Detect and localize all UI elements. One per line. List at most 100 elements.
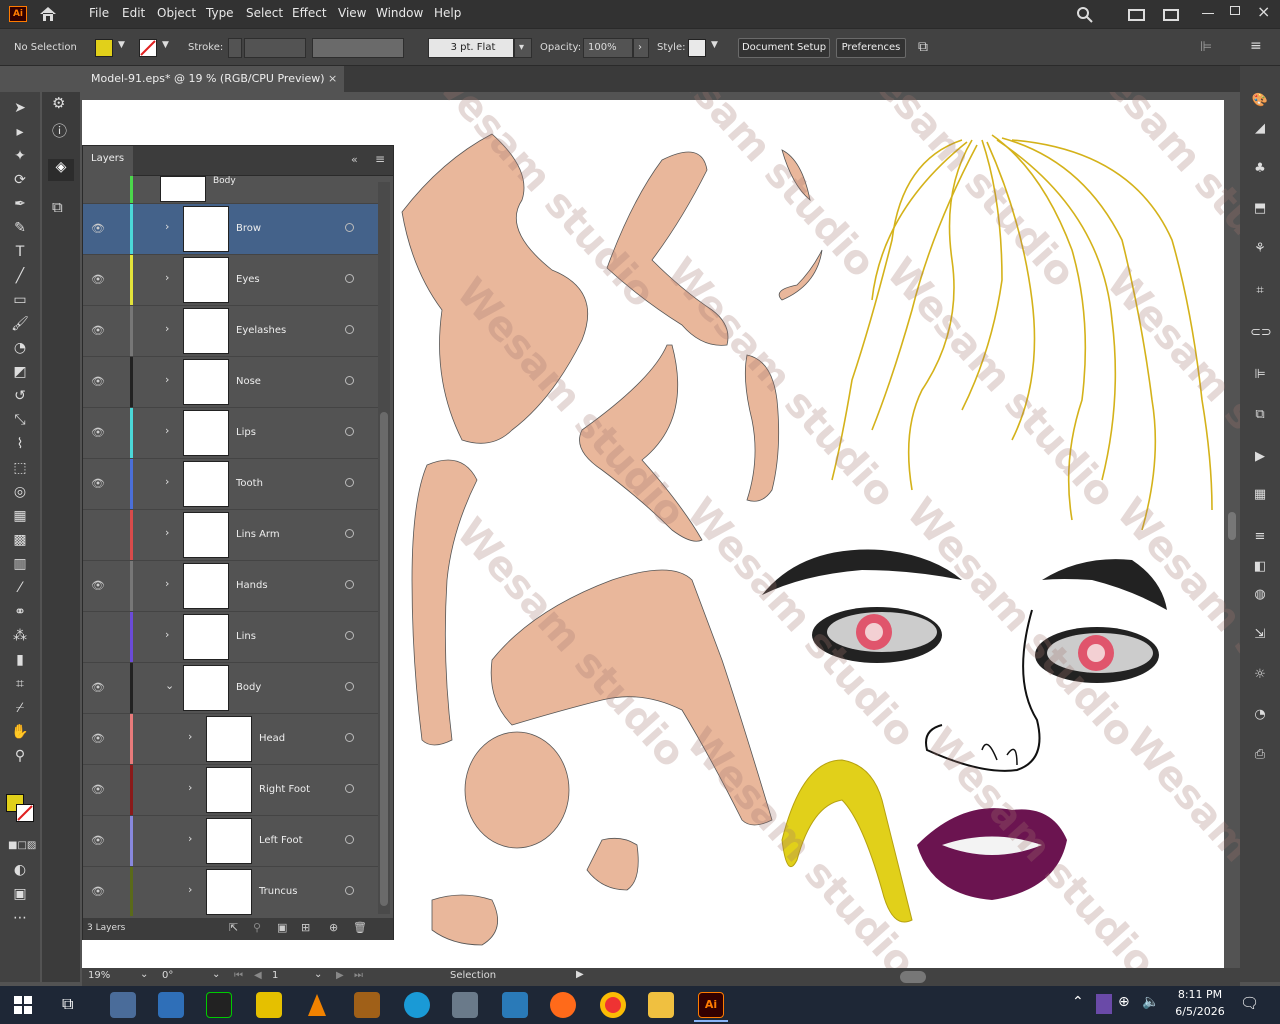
asset-export-icon[interactable]: ⇲ <box>1250 626 1270 644</box>
document-setup-button[interactable]: Document Setup <box>738 38 830 58</box>
links-panel-icon[interactable]: ⊂⊃ <box>1250 324 1272 342</box>
eyedropper-icon[interactable]: ⁄ <box>8 578 32 598</box>
player-app-icon[interactable] <box>256 992 282 1018</box>
menu-select[interactable]: Select <box>246 6 283 20</box>
magic-wand-icon[interactable]: ✦ <box>8 146 32 166</box>
expand-chevron-icon[interactable]: › <box>165 526 169 539</box>
chrome-icon[interactable] <box>600 992 626 1018</box>
panel-menu-icon[interactable]: ≡ <box>1250 38 1262 54</box>
align-icon[interactable]: ⊫ <box>1200 39 1212 55</box>
artboards-panel-icon[interactable]: ⧉ <box>52 198 63 216</box>
brush-definition-dropdown[interactable]: 3 pt. Flat <box>428 38 514 58</box>
expand-chevron-icon[interactable]: › <box>165 373 169 386</box>
actions-panel-icon[interactable]: ▶ <box>1250 448 1270 466</box>
info-icon[interactable]: ⓘ <box>52 120 67 141</box>
visibility-eye-icon[interactable]: 👁 <box>91 681 105 694</box>
network-icon[interactable]: ⊕ <box>1118 994 1130 1010</box>
pen-tool-icon[interactable]: ✒ <box>8 194 32 214</box>
layer-row[interactable]: 👁 › Tooth <box>83 459 378 510</box>
lasso-tool-icon[interactable]: ⟳ <box>8 170 32 190</box>
photos-app-icon[interactable] <box>110 992 136 1018</box>
capture-app-icon[interactable] <box>158 992 184 1018</box>
swatches-panel-icon[interactable]: ♣ <box>1250 160 1270 178</box>
rectangle-tool-icon[interactable]: ▭ <box>8 290 32 310</box>
notifications-icon[interactable]: 🗨 <box>1240 994 1259 1012</box>
expand-chevron-icon[interactable]: › <box>188 781 192 794</box>
search-icon[interactable] <box>1076 6 1094 24</box>
close-tab-icon[interactable]: × <box>328 66 337 92</box>
visibility-eye-icon[interactable]: 👁 <box>91 732 105 745</box>
file-explorer-icon[interactable] <box>648 992 674 1018</box>
minimize-icon[interactable] <box>1202 13 1214 14</box>
scale-tool-icon[interactable]: ⤡ <box>8 410 32 430</box>
menu-help[interactable]: Help <box>434 6 461 20</box>
visibility-eye-icon[interactable]: 👁 <box>91 426 105 439</box>
first-artboard-icon[interactable]: ⏮ <box>234 970 243 981</box>
artboard-dropdown-icon[interactable]: ⌄ <box>314 969 322 980</box>
color-modes-icon[interactable]: ■□▨ <box>8 836 36 856</box>
visibility-eye-icon[interactable]: 👁 <box>91 273 105 286</box>
horizontal-scrollbar-thumb[interactable] <box>900 971 926 983</box>
layer-row[interactable]: 👁 › Truncus <box>83 867 378 916</box>
layer-row[interactable]: 👁 ⌄ Body <box>83 663 378 714</box>
document-tab[interactable]: Model-91.eps* @ 19 % (RGB/CPU Preview) × <box>82 66 344 92</box>
delete-layer-icon[interactable]: 🗑 <box>353 921 367 934</box>
layer-row[interactable]: 👁 › Eyes <box>83 255 378 306</box>
export-icon[interactable]: ⇱ <box>229 921 238 934</box>
clock-date[interactable]: 6/5/2026 <box>1170 1005 1230 1018</box>
tray-pen-icon[interactable] <box>1096 994 1112 1014</box>
stroke-swatch[interactable] <box>139 39 157 57</box>
target-circle-icon[interactable] <box>345 682 354 691</box>
rotation-dropdown-icon[interactable]: ⌄ <box>212 969 220 980</box>
visibility-eye-icon[interactable]: 👁 <box>91 783 105 796</box>
target-circle-icon[interactable] <box>345 733 354 742</box>
workspace-icon[interactable] <box>1128 9 1145 21</box>
layer-row[interactable]: 👁 › Head <box>83 714 378 765</box>
opacity-chevron-icon[interactable]: › <box>633 38 649 58</box>
fill-swatch[interactable] <box>95 39 113 57</box>
target-circle-icon[interactable] <box>345 784 354 793</box>
screen-mode-icon[interactable]: ▣ <box>8 884 32 904</box>
opacity-input[interactable]: 100% <box>583 38 633 58</box>
target-circle-icon[interactable] <box>345 886 354 895</box>
paintbrush-tool-icon[interactable]: 🖌 <box>8 314 32 334</box>
selection-tool-icon[interactable]: ➤ <box>8 98 32 118</box>
new-layer-icon[interactable]: ⊕ <box>329 921 338 934</box>
expand-chevron-icon[interactable]: › <box>165 220 169 233</box>
menu-file[interactable]: File <box>89 6 109 20</box>
stroke-weight-input[interactable] <box>244 38 306 58</box>
expand-chevron-icon[interactable]: › <box>165 628 169 641</box>
variable-width-dropdown[interactable] <box>312 38 404 58</box>
artboard-tool-icon[interactable]: ⌗ <box>8 674 32 694</box>
target-circle-icon[interactable] <box>345 835 354 844</box>
blob-brush-icon[interactable]: ◔ <box>8 338 32 358</box>
gradient-panel-icon[interactable]: ◧ <box>1250 558 1270 576</box>
shape-builder-icon[interactable]: ◎ <box>8 482 32 502</box>
last-artboard-icon[interactable]: ⏭ <box>354 970 363 981</box>
graphic-styles-icon[interactable]: ◔ <box>1250 706 1270 724</box>
panel-menu-icon[interactable]: ≡ <box>375 152 385 166</box>
expand-chevron-icon[interactable]: › <box>165 475 169 488</box>
vlc-icon[interactable] <box>304 992 330 1018</box>
target-circle-icon[interactable] <box>345 478 354 487</box>
preferences-button[interactable]: Preferences <box>836 38 906 58</box>
layer-row[interactable]: 👁 › Brow <box>83 204 378 255</box>
document-info-icon[interactable]: ⎙ <box>1250 746 1270 764</box>
navigator-icon[interactable]: ▦ <box>1250 486 1270 504</box>
artboard-number[interactable]: 1 <box>272 970 278 981</box>
slice-tool-icon[interactable]: ⌿ <box>8 698 32 718</box>
perspective-grid-icon[interactable]: ▦ <box>8 506 32 526</box>
mesh-tool-icon[interactable]: ▩ <box>8 530 32 550</box>
restore-icon[interactable] <box>1230 6 1240 15</box>
menu-effect[interactable]: Effect <box>292 6 327 20</box>
quick-actions-icon[interactable]: ⧉ <box>918 39 928 55</box>
layer-row[interactable]: › Lins <box>83 612 378 663</box>
firefox-icon[interactable] <box>550 992 576 1018</box>
curvature-tool-icon[interactable]: ✎ <box>8 218 32 238</box>
layer-row[interactable]: 👁 › Lips <box>83 408 378 459</box>
utility-app-icon[interactable] <box>452 992 478 1018</box>
appearance-panel-icon[interactable]: ☼ <box>1250 666 1270 684</box>
expand-chevron-icon[interactable]: › <box>165 271 169 284</box>
game-app-icon[interactable] <box>354 992 380 1018</box>
visibility-eye-icon[interactable]: 👁 <box>91 579 105 592</box>
